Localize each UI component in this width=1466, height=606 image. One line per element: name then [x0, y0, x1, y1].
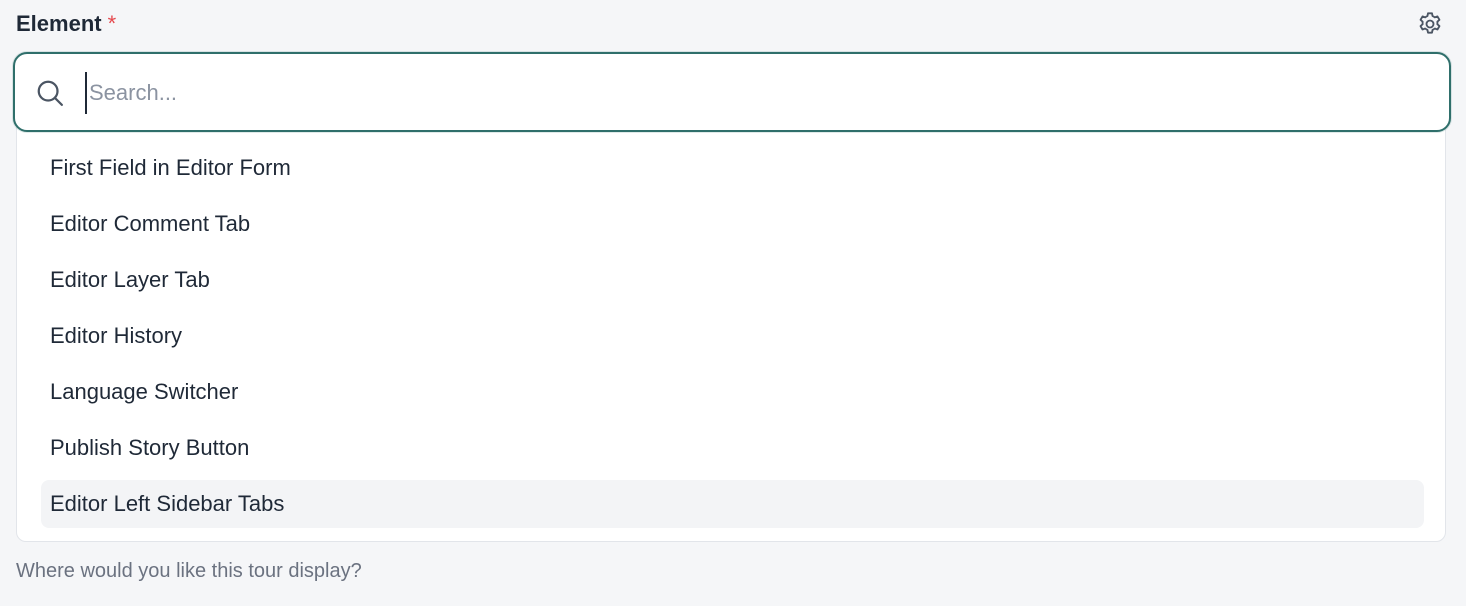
search-icon	[37, 80, 63, 106]
option-item[interactable]: Publish Story Button	[41, 424, 1424, 472]
search-box[interactable]	[13, 52, 1451, 132]
help-text: Where would you like this tour display?	[16, 560, 362, 582]
field-label-text: Element	[16, 11, 102, 36]
option-item[interactable]: Editor Comment Tab	[41, 200, 1424, 248]
settings-button[interactable]	[1414, 8, 1446, 40]
option-item[interactable]: First Field in Editor Form	[41, 144, 1424, 192]
search-input[interactable]	[85, 72, 1411, 114]
gear-icon	[1419, 12, 1441, 34]
element-dropdown: First Field in Editor Form Editor Commen…	[13, 52, 1451, 542]
required-marker: *	[107, 11, 117, 36]
field-header: Element *	[16, 8, 1446, 40]
option-list: First Field in Editor Form Editor Commen…	[41, 144, 1424, 536]
option-item[interactable]: Editor Layer Tab	[41, 256, 1424, 304]
option-item[interactable]: Editor History	[41, 312, 1424, 360]
field-label: Element *	[16, 10, 116, 38]
option-item-highlighted[interactable]: Editor Left Sidebar Tabs	[41, 480, 1424, 528]
option-item[interactable]: Language Switcher	[41, 368, 1424, 416]
